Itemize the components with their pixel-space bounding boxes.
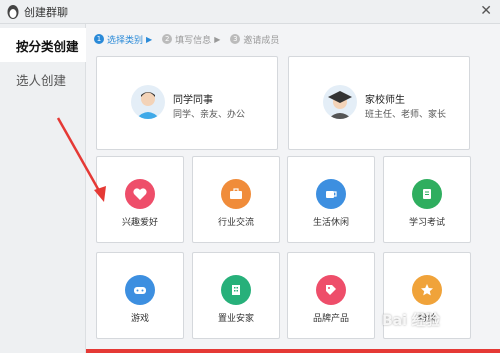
step-label: 选择类别 [107, 35, 144, 46]
sidebar-item-label: 选人创建 [16, 72, 67, 88]
step-select-category: 1 选择类别 ▶ [94, 33, 152, 46]
category-card-housing[interactable]: 置业安家 [192, 252, 280, 339]
category-grid: 同学同事 同学、亲友、办公 家校师生 班主任、老师、家长 兴趣爱好 行业交流 生… [94, 52, 500, 353]
watermark: Bai 经验 [382, 313, 440, 329]
star-icon [412, 275, 442, 305]
category-title: 家校师生 [365, 95, 405, 106]
step-number: 3 [230, 34, 241, 44]
category-label: 游戏 [130, 314, 149, 324]
window-title: 创建群聊 [24, 6, 68, 19]
qq-penguin-icon [7, 5, 19, 19]
category-card-classmates[interactable]: 同学同事 同学、亲友、办公 [96, 56, 278, 150]
step-number: 1 [94, 34, 104, 44]
sidebar-item-category-create[interactable]: 按分类创建 [0, 28, 86, 62]
category-label: 置业安家 [217, 314, 254, 324]
category-label: 行业交流 [217, 218, 254, 228]
person-avatar-icon [131, 85, 165, 119]
category-card-brands[interactable]: 品牌产品 [287, 252, 375, 339]
close-icon[interactable]: ✕ [480, 3, 492, 19]
category-card-leisure[interactable]: 生活休闲 [287, 156, 375, 243]
step-indicator: 1 选择类别 ▶ 2 填写信息 ▶ 3 邀请成员 [94, 30, 289, 48]
coffee-cup-icon [316, 179, 346, 209]
sidebar-item-label: 按分类创建 [16, 38, 79, 54]
category-card-industry[interactable]: 行业交流 [192, 156, 280, 243]
briefcase-icon [221, 179, 251, 209]
category-label: 学习考试 [408, 218, 445, 228]
category-card-games[interactable]: 游戏 [96, 252, 184, 339]
step-arrow-icon: ▶ [214, 34, 221, 44]
step-label: 填写信息 [175, 35, 212, 46]
heart-icon [125, 179, 155, 209]
step-fill-info: 2 填写信息 ▶ [162, 33, 220, 46]
sidebar: 按分类创建 选人创建 [0, 24, 86, 353]
bottom-accent-bar [86, 349, 500, 353]
category-card-hobbies[interactable]: 兴趣爱好 [96, 156, 184, 243]
category-subtitle: 同学、亲友、办公 [173, 110, 246, 120]
category-title: 同学同事 [173, 95, 213, 106]
step-number: 2 [162, 34, 173, 44]
graduation-cap-icon [323, 85, 357, 119]
tag-icon [316, 275, 346, 305]
sidebar-item-select-people[interactable]: 选人创建 [0, 62, 86, 96]
category-label: 生活休闲 [312, 218, 349, 228]
step-arrow-icon: ▶ [146, 34, 153, 44]
step-label: 邀请成员 [243, 35, 280, 46]
category-label: 兴趣爱好 [121, 218, 158, 228]
category-card-school[interactable]: 家校师生 班主任、老师、家长 [288, 56, 470, 150]
title-bar: 创建群聊 ✕ [0, 0, 500, 24]
category-card-study[interactable]: 学习考试 [383, 156, 471, 243]
step-invite-members: 3 邀请成员 [230, 33, 279, 46]
gamepad-icon [125, 275, 155, 305]
building-icon [221, 275, 251, 305]
book-icon [412, 179, 442, 209]
category-label: 品牌产品 [312, 314, 349, 324]
category-subtitle: 班主任、老师、家长 [365, 110, 447, 120]
